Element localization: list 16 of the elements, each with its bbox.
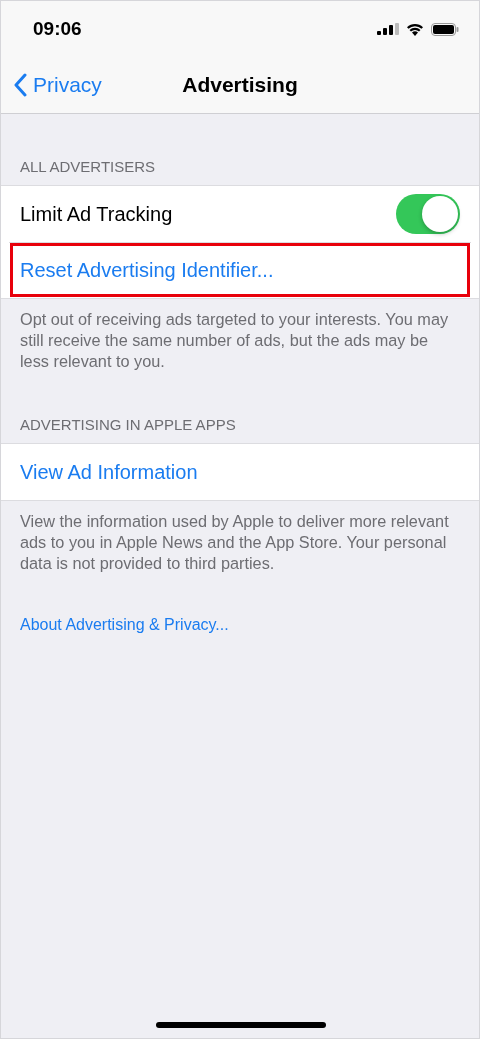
page-title: Advertising bbox=[182, 73, 298, 97]
privacy-link[interactable]: About Advertising & Privacy... bbox=[20, 616, 229, 634]
section-footer: Opt out of receiving ads targeted to your interests. You may still receive the same number of ads, but the ads may be less relevant to you. bbox=[1, 299, 479, 372]
signal-icon bbox=[377, 23, 399, 35]
row-label: Limit Ad Tracking bbox=[20, 202, 173, 226]
section-footer: View the information used by Apple to deliver more relevant ads to you in Apple News and the App Store. Your personal data is not provided to third parties. bbox=[1, 501, 479, 574]
link-row[interactable]: Reset Advertising Identifier... bbox=[9, 242, 471, 298]
battery-icon bbox=[431, 22, 459, 36]
chevron-left-icon bbox=[13, 73, 27, 97]
status-time: 09:06 bbox=[33, 18, 82, 40]
back-button[interactable]: Privacy bbox=[1, 73, 102, 97]
wifi-icon bbox=[406, 22, 424, 36]
toggle-switch[interactable] bbox=[396, 194, 460, 234]
link-row[interactable]: View Ad Information bbox=[1, 444, 479, 500]
section-header: ADVERTISING IN APPLE APPS bbox=[19, 415, 237, 435]
section-header: ALL ADVERTISERS bbox=[19, 157, 157, 177]
